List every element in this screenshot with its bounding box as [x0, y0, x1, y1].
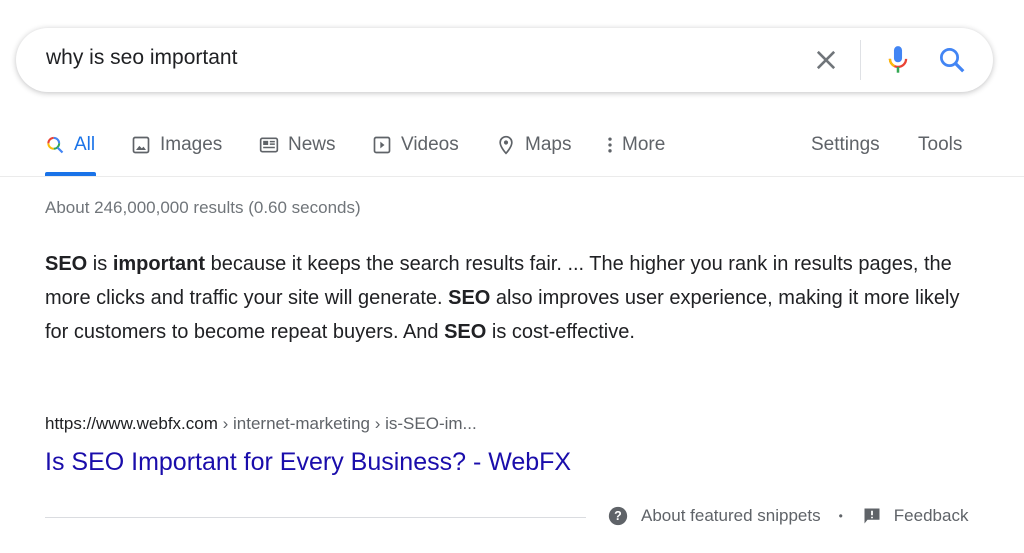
svg-text:?: ?	[614, 509, 622, 523]
divider	[0, 176, 1024, 177]
tab-label: More	[622, 134, 666, 155]
search-icon[interactable]	[937, 45, 967, 75]
snippet-text: is cost-effective.	[486, 321, 635, 343]
mic-icon[interactable]	[884, 45, 912, 75]
tab-label: Videos	[401, 134, 459, 155]
divider	[45, 517, 586, 518]
map-pin-icon	[499, 135, 513, 155]
snippet-bold-term: SEO	[444, 321, 487, 343]
search-box[interactable]: why is seo important	[16, 28, 993, 92]
more-vert-icon	[608, 137, 612, 153]
tab-label: Images	[160, 134, 223, 155]
tab-label: Maps	[525, 134, 572, 155]
url-host: https://www.webfx.com	[45, 414, 218, 433]
feedback-icon[interactable]	[863, 507, 881, 525]
divider	[860, 40, 861, 80]
feedback-link[interactable]: Feedback	[894, 506, 969, 526]
separator-dot: •	[838, 509, 843, 523]
result-stats: About 246,000,000 results (0.60 seconds)	[45, 198, 361, 217]
about-snippets-link[interactable]: About featured snippets	[641, 506, 821, 526]
tab-videos[interactable]: Videos	[372, 134, 459, 156]
featured-snippet-text: SEO is important because it keeps the se…	[45, 247, 975, 349]
snippet-bold-term: SEO	[448, 287, 491, 309]
snippet-text: is	[87, 253, 113, 275]
snippet-footer: ? About featured snippets • Feedback	[608, 506, 968, 526]
tab-label: All	[74, 134, 96, 155]
tab-label: News	[288, 134, 336, 155]
url-breadcrumb: › internet-marketing › is-SEO-im...	[217, 414, 477, 433]
settings-link[interactable]: Settings	[811, 134, 880, 156]
tab-all[interactable]: All	[45, 134, 95, 156]
snippet-bold-term: important	[112, 253, 206, 275]
search-multicolor-icon	[47, 136, 64, 154]
result-url[interactable]: https://www.webfx.com › internet-marketi…	[45, 414, 477, 434]
close-icon[interactable]	[812, 46, 840, 74]
news-icon	[259, 137, 279, 153]
help-icon[interactable]: ?	[608, 506, 628, 526]
search-input[interactable]: why is seo important	[46, 46, 237, 70]
tools-link[interactable]: Tools	[918, 134, 962, 156]
tab-more[interactable]: More	[604, 134, 665, 156]
tab-images[interactable]: Images	[131, 134, 222, 156]
result-title-link[interactable]: Is SEO Important for Every Business? - W…	[45, 448, 571, 477]
snippet-bold-term: SEO	[45, 253, 88, 275]
tab-news[interactable]: News	[259, 134, 336, 156]
tab-maps[interactable]: Maps	[496, 134, 571, 156]
image-icon	[132, 136, 150, 154]
video-icon	[373, 136, 391, 154]
